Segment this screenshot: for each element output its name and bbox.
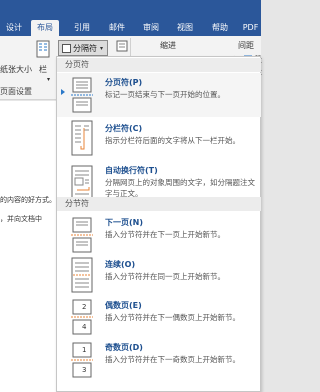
page-breaks-header: 分页符	[57, 58, 261, 72]
columns-chevron-icon[interactable]: ▾	[47, 76, 50, 83]
even-page-number-top: 2	[82, 303, 87, 311]
column-break-icon	[71, 120, 93, 156]
text-wrapping-break-title: 自动换行符(T)	[105, 166, 158, 175]
continuous-icon	[71, 257, 93, 293]
tab-view[interactable]: 视图	[173, 20, 197, 36]
chevron-down-icon: ▾	[100, 44, 104, 52]
breaks-button-label: 分隔符	[73, 43, 97, 53]
columns-icon	[36, 40, 50, 58]
page-break-item[interactable]: 分页符(P) 标记一页结束与下一页开始的位置。	[57, 73, 261, 117]
tab-mailings[interactable]: 邮件	[105, 20, 129, 36]
breaks-icon	[62, 43, 71, 53]
next-page-item[interactable]: 下一页(N) 插入分节符并在下一页上开始新节。	[57, 213, 261, 259]
ribbon-tab-bar: 设计 布局 引用 邮件 审阅 视图 帮助 PDF	[0, 0, 261, 36]
odd-page-desc: 插入分节符并在下一奇数页上开始新节。	[105, 355, 240, 364]
odd-page-item[interactable]: 1 3 奇数页(D) 插入分节符并在下一奇数页上开始新节。	[57, 338, 261, 384]
continuous-item[interactable]: 连续(O) 插入分节符并在同一页上开始新节。	[57, 255, 261, 297]
page-break-title: 分页符(P)	[105, 78, 143, 87]
section-breaks-header: 分节符	[57, 197, 261, 211]
text-wrapping-break-desc: 分隔网页上的对象周围的文字，如分隔题注文字与正文。	[105, 178, 255, 198]
tab-layout[interactable]: 布局	[31, 20, 59, 36]
column-break-title: 分栏符(C)	[105, 124, 143, 133]
continuous-title: 连续(O)	[105, 260, 136, 269]
tab-pdf[interactable]: PDF	[240, 20, 261, 36]
next-page-icon	[71, 217, 93, 253]
even-page-title: 偶数页(E)	[105, 301, 142, 310]
line-numbers-icon[interactable]	[116, 40, 128, 52]
next-page-desc: 插入分节符并在下一页上开始新节。	[105, 230, 225, 239]
odd-page-number-bottom: 3	[82, 366, 87, 374]
page-break-icon	[71, 77, 93, 113]
document-text-line: 的内容的好方式。	[0, 196, 56, 204]
even-page-number-bottom: 4	[82, 323, 87, 331]
spacing-label: 间距	[238, 41, 254, 50]
document-page[interactable]: 的内容的好方式。 ，并向文档中	[0, 101, 62, 392]
odd-page-number-top: 1	[82, 346, 87, 354]
column-break-item[interactable]: 分栏符(C) 指示分栏符后面的文字将从下一栏开始。	[57, 118, 261, 160]
even-page-item[interactable]: 2 4 偶数页(E) 插入分节符并在下一偶数页上开始新节。	[57, 296, 261, 340]
page-break-desc: 标记一页结束与下一页开始的位置。	[105, 90, 225, 99]
indent-label: 缩进	[160, 41, 176, 50]
text-wrapping-break-icon	[71, 165, 93, 201]
tab-design[interactable]: 设计	[2, 20, 26, 36]
page-setup-group-label: 页面设置	[0, 87, 32, 96]
tab-review[interactable]: 审阅	[139, 20, 163, 36]
pointer-icon	[61, 89, 65, 95]
tab-help[interactable]: 帮助	[208, 20, 232, 36]
paper-size-button[interactable]: 纸张大小	[0, 64, 32, 75]
next-page-title: 下一页(N)	[105, 218, 144, 227]
column-break-desc: 指示分栏符后面的文字将从下一栏开始。	[105, 136, 240, 145]
even-page-desc: 插入分节符并在下一偶数页上开始新节。	[105, 313, 240, 322]
columns-button[interactable]: 栏	[39, 64, 47, 75]
document-text-line: ，并向文档中	[0, 215, 42, 223]
tab-references[interactable]: 引用	[70, 20, 94, 36]
odd-page-title: 奇数页(D)	[105, 343, 143, 352]
continuous-desc: 插入分节符并在同一页上开始新节。	[105, 272, 225, 281]
breaks-dropdown-menu: 分页符 分页符(P) 标记一页结束与下一页开始的位置。 分栏符(C) 指示分栏符…	[56, 56, 261, 392]
breaks-button[interactable]: 分隔符 ▾	[58, 40, 108, 56]
